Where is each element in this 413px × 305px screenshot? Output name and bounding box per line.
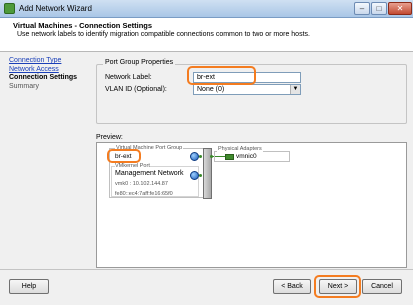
dropdown-arrow-icon[interactable]: ▼ (290, 85, 300, 94)
close-button[interactable]: ✕ (388, 2, 412, 15)
vmkernel-ipv6: fe80::ec4:7aff:fe16:65f0 (115, 191, 173, 197)
connector-dot (210, 155, 213, 158)
nav-step-network-access[interactable]: Network Access (9, 66, 89, 74)
network-label-input[interactable] (193, 72, 301, 83)
vmkernel-port-title: VMkernel Port (115, 163, 150, 169)
port-group-properties-legend: Port Group Properties (103, 59, 176, 66)
nic-icon (225, 154, 234, 160)
nav-step-connection-type[interactable]: Connection Type (9, 57, 89, 65)
vmkernel-ip: vmk0 : 10.102.144.87 (115, 181, 168, 187)
wizard-steps-nav: Connection Type Network Access Connectio… (9, 57, 89, 91)
minimize-button[interactable]: – (354, 2, 370, 15)
nav-step-connection-settings: Connection Settings (9, 74, 78, 81)
nav-step-summary: Summary (9, 82, 39, 90)
connector-dot (199, 155, 202, 158)
vmkernel-port-name: Management Network (115, 170, 184, 177)
back-button[interactable]: < Back (273, 279, 311, 294)
network-label-label: Network Label: (105, 74, 152, 81)
help-button[interactable]: Help (9, 279, 49, 294)
app-icon (4, 3, 15, 14)
window-title: Add Network Wizard (19, 4, 92, 13)
globe-icon (190, 171, 199, 180)
connector-dot (199, 174, 202, 177)
vlan-id-select[interactable]: None (0) ▼ (193, 84, 301, 95)
maximize-button[interactable]: □ (371, 2, 387, 15)
page-title: Virtual Machines - Connection Settings (13, 21, 153, 30)
preview-label: Preview: (96, 134, 123, 141)
next-button[interactable]: Next > (319, 279, 357, 294)
vlan-id-label: VLAN ID (Optional): (105, 86, 167, 93)
nic-name: vmnic0 (236, 153, 257, 160)
cancel-button[interactable]: Cancel (362, 279, 402, 294)
page-description: Use network labels to identify migration… (17, 31, 310, 38)
port-group-name: br-ext (115, 153, 132, 160)
vm-port-group-title: Virtual Machine Port Group (115, 145, 184, 151)
globe-icon (190, 152, 199, 161)
title-bar: Add Network Wizard – □ ✕ (0, 0, 413, 18)
wizard-header: Virtual Machines - Connection Settings U… (0, 18, 413, 52)
vlan-id-value: None (0) (197, 86, 225, 93)
physical-adapters-title: Physical Adapters (217, 146, 263, 152)
